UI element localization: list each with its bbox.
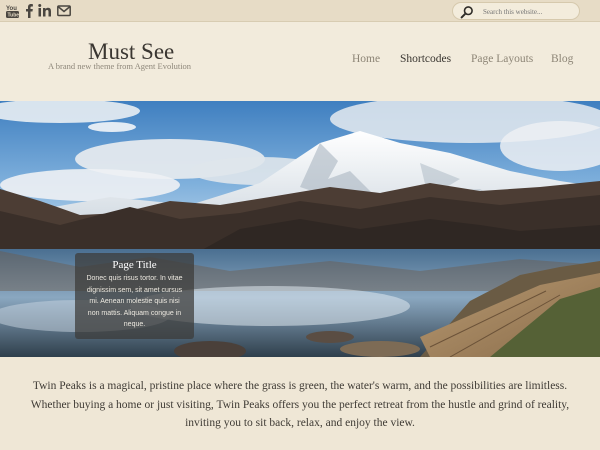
facebook-icon[interactable] [25,3,33,18]
email-icon[interactable] [57,3,71,18]
linkedin-icon[interactable] [38,3,52,18]
search-box [452,2,580,20]
slide-caption-text: Donec quis risus tortor. In vitae dignis… [86,275,183,328]
nav-item-home[interactable]: Home [352,53,380,65]
hero-slider[interactable]: Page Title Donec quis risus tortor. In v… [0,101,600,357]
youtube-icon[interactable]: You Tube [6,3,20,18]
nav-item-blog[interactable]: Blog [551,53,573,65]
site-header: Must See A brand new theme from Agent Ev… [0,22,600,101]
slide-caption: Page Title Donec quis risus tortor. In v… [75,253,194,339]
nav-item-page-layouts[interactable]: Page Layouts [471,53,533,65]
nav-item-shortcodes[interactable]: Shortcodes [400,53,451,65]
social-links: You Tube [6,3,71,18]
intro-text: Twin Peaks is a magical, pristine place … [0,377,600,433]
site-tagline: A brand new theme from Agent Evolution [48,61,192,71]
intro-line: Whether buying a home or just visiting, … [30,398,570,411]
svg-text:Tube: Tube [8,13,20,19]
top-bar: You Tube [0,0,600,22]
intro-line: Twin Peaks is a magical, pristine place … [32,380,568,392]
intro-line: inviting you to sit back, relax, and enj… [185,417,415,429]
slide-caption-title: Page Title [112,259,157,271]
search-input[interactable] [483,5,575,18]
